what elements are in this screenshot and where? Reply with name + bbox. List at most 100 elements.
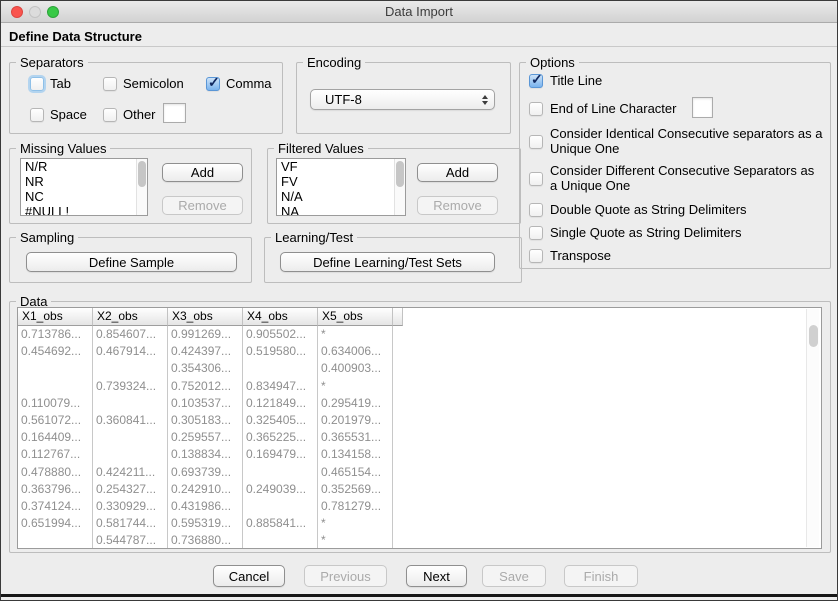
table-cell: 0.424211... — [93, 464, 168, 481]
list-item[interactable]: NA — [277, 204, 394, 215]
define-learning-test-sets-button[interactable]: Define Learning/Test Sets — [280, 252, 495, 272]
semicolon-label[interactable]: Semicolon — [123, 76, 184, 92]
cancel-button[interactable]: Cancel — [213, 565, 285, 587]
filtered-values-group: Filtered Values VFFVN/ANA Add Remove — [267, 148, 521, 224]
table-cell: 0.561072... — [18, 412, 93, 429]
next-button[interactable]: Next — [406, 565, 467, 587]
title-line-label[interactable]: Title Line — [550, 73, 602, 89]
list-item[interactable]: NR — [21, 174, 136, 189]
comma-checkbox[interactable] — [206, 77, 220, 91]
missing-values-add-button[interactable]: Add — [162, 163, 243, 182]
column-header[interactable]: X1_obs — [18, 308, 93, 326]
list-item[interactable]: VF — [277, 159, 394, 174]
table-row[interactable]: 0.112767...0.138834...0.169479...0.13415… — [18, 446, 393, 463]
table-body: 0.713786...0.854607...0.991269...0.90550… — [18, 326, 393, 549]
table-cell: 0.905502... — [243, 326, 318, 343]
list-item[interactable]: FV — [277, 174, 394, 189]
missing-values-list[interactable]: N/RNRNC#NULL! — [20, 158, 148, 216]
list-item[interactable]: NC — [21, 189, 136, 204]
table-cell — [93, 395, 168, 412]
table-scrollbar[interactable] — [806, 309, 819, 547]
end-of-line-input[interactable] — [692, 97, 713, 118]
single-quote-label[interactable]: Single Quote as String Delimiters — [550, 225, 741, 241]
scrollbar-thumb[interactable] — [809, 325, 818, 347]
finish-button[interactable]: Finish — [564, 565, 638, 587]
title-line-checkbox[interactable] — [529, 74, 543, 88]
other-checkbox[interactable] — [103, 108, 117, 122]
column-header[interactable]: X2_obs — [93, 308, 168, 326]
data-preview-table: X1_obsX2_obsX3_obsX4_obsX5_obs 0.713786.… — [17, 307, 822, 549]
transpose-label[interactable]: Transpose — [550, 248, 611, 264]
missing-values-group-title: Missing Values — [16, 141, 110, 156]
column-header-filler — [393, 308, 403, 326]
missing-values-scrollbar[interactable] — [136, 159, 147, 215]
table-row[interactable]: 0.110079...0.103537...0.121849...0.29541… — [18, 395, 393, 412]
missing-values-group: Missing Values N/RNRNC#NULL! Add Remove — [9, 148, 252, 224]
list-item[interactable]: #NULL! — [21, 204, 136, 215]
space-checkbox[interactable] — [30, 108, 44, 122]
other-label[interactable]: Other — [123, 107, 156, 123]
filtered-values-group-title: Filtered Values — [274, 141, 368, 156]
define-sample-button[interactable]: Define Sample — [26, 252, 237, 272]
table-row[interactable]: 0.363796...0.254327...0.242910...0.24903… — [18, 481, 393, 498]
table-row[interactable]: 0.354306...0.400903... — [18, 360, 393, 377]
save-button[interactable]: Save — [482, 565, 546, 587]
data-group: Data X1_obsX2_obsX3_obsX4_obsX5_obs 0.71… — [9, 301, 831, 553]
double-quote-checkbox[interactable] — [529, 203, 543, 217]
encoding-select[interactable]: UTF-8 — [310, 89, 495, 110]
table-row[interactable]: 0.561072...0.360841...0.305183...0.32540… — [18, 412, 393, 429]
table-row[interactable]: 0.164409...0.259557...0.365225...0.36553… — [18, 429, 393, 446]
filtered-values-scrollbar[interactable] — [394, 159, 405, 215]
end-of-line-checkbox[interactable] — [529, 102, 543, 116]
filtered-values-list[interactable]: VFFVN/ANA — [276, 158, 406, 216]
table-cell: 0.325405... — [243, 412, 318, 429]
tab-checkbox[interactable] — [30, 77, 44, 91]
table-cell: 0.138834... — [168, 446, 243, 463]
other-separator-input[interactable] — [163, 103, 186, 123]
learning-test-group: Learning/Test Define Learning/Test Sets — [264, 237, 522, 283]
table-cell: 0.634006... — [318, 343, 393, 360]
scrollbar-thumb[interactable] — [396, 161, 404, 187]
table-cell: 0.424397... — [168, 343, 243, 360]
table-row[interactable]: 0.651994...0.581744...0.595319...0.88584… — [18, 515, 393, 532]
missing-values-remove-button[interactable]: Remove — [162, 196, 243, 215]
semicolon-checkbox[interactable] — [103, 77, 117, 91]
list-item[interactable]: N/R — [21, 159, 136, 174]
table-cell: 0.651994... — [18, 515, 93, 532]
list-item[interactable]: N/A — [277, 189, 394, 204]
previous-button[interactable]: Previous — [304, 565, 387, 587]
scrollbar-thumb[interactable] — [138, 161, 146, 187]
identical-separators-label[interactable]: Consider Identical Consecutive separator… — [550, 126, 824, 156]
table-cell: 0.164409... — [18, 429, 93, 446]
space-label[interactable]: Space — [50, 107, 87, 123]
table-row[interactable]: 0.374124...0.330929...0.431986...0.78127… — [18, 498, 393, 515]
table-row[interactable]: 0.454692...0.467914...0.424397...0.51958… — [18, 343, 393, 360]
double-quote-label[interactable]: Double Quote as String Delimiters — [550, 202, 747, 218]
identical-separators-checkbox[interactable] — [529, 135, 543, 149]
end-of-line-label[interactable]: End of Line Character — [550, 101, 676, 117]
table-row[interactable]: 0.713786...0.854607...0.991269...0.90550… — [18, 326, 393, 343]
tab-label[interactable]: Tab — [50, 76, 71, 92]
title-bar: Data Import — [1, 1, 837, 23]
table-cell: 0.259557... — [168, 429, 243, 446]
transpose-checkbox[interactable] — [529, 249, 543, 263]
comma-label[interactable]: Comma — [226, 76, 272, 92]
table-row[interactable]: 0.739324...0.752012...0.834947...* — [18, 378, 393, 395]
table-cell — [93, 360, 168, 377]
column-header[interactable]: X5_obs — [318, 308, 393, 326]
sampling-group: Sampling Define Sample — [9, 237, 252, 283]
column-header[interactable]: X4_obs — [243, 308, 318, 326]
encoding-selected-value: UTF-8 — [325, 92, 362, 107]
options-group-title: Options — [526, 55, 579, 70]
column-header[interactable]: X3_obs — [168, 308, 243, 326]
table-row[interactable]: 0.478880...0.424211...0.693739...0.46515… — [18, 464, 393, 481]
single-quote-checkbox[interactable] — [529, 226, 543, 240]
filtered-values-add-button[interactable]: Add — [417, 163, 498, 182]
table-row[interactable]: 0.544787...0.736880...* — [18, 532, 393, 549]
table-cell — [93, 446, 168, 463]
filtered-values-remove-button[interactable]: Remove — [417, 196, 498, 215]
separators-group: Separators Tab Semicolon Comma Space Oth… — [9, 62, 283, 134]
table-cell: 0.363796... — [18, 481, 93, 498]
different-separators-label[interactable]: Consider Different Consecutive Separator… — [550, 163, 824, 193]
different-separators-checkbox[interactable] — [529, 172, 543, 186]
